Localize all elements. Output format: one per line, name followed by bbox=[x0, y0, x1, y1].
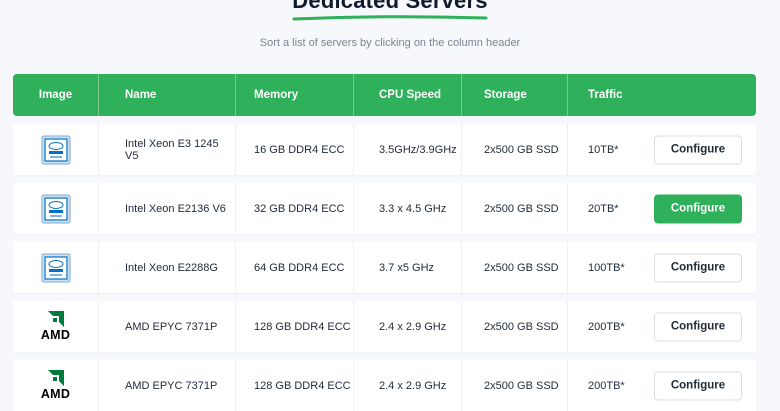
server-traffic: 200TB* bbox=[588, 379, 625, 392]
server-storage: 2x500 GB SSD bbox=[461, 124, 567, 175]
configure-button[interactable]: Configure bbox=[654, 312, 742, 341]
server-traffic: 20TB* bbox=[588, 202, 619, 215]
table-row: Intel Xeon E2288G 64 GB DDR4 ECC 3.7 x5 … bbox=[13, 242, 756, 293]
server-traffic-cell: 200TB* Configure bbox=[567, 360, 756, 411]
column-header-storage[interactable]: Storage bbox=[461, 74, 567, 116]
amd-logo-text: AMD bbox=[40, 386, 71, 401]
server-image: AMD bbox=[13, 301, 98, 352]
server-storage: 2x500 GB SSD bbox=[461, 301, 567, 352]
intel-xeon-icon bbox=[41, 135, 70, 164]
server-memory: 64 GB DDR4 ECC bbox=[235, 242, 353, 293]
configure-button[interactable]: Configure bbox=[654, 135, 742, 164]
title-underline-icon bbox=[292, 15, 488, 21]
page-subtitle: Sort a list of servers by clicking on th… bbox=[259, 37, 521, 49]
column-header-image[interactable]: Image bbox=[13, 74, 98, 116]
table-row: Intel Xeon E2136 V6 32 GB DDR4 ECC 3.3 x… bbox=[13, 183, 756, 234]
server-cpu-speed: 3.7 x5 GHz bbox=[353, 242, 461, 293]
server-storage: 2x500 GB SSD bbox=[461, 242, 567, 293]
server-name: Intel Xeon E2136 V6 bbox=[98, 183, 235, 234]
server-traffic-cell: 10TB* Configure bbox=[567, 124, 756, 175]
amd-logo-icon: AMD bbox=[38, 310, 74, 344]
amd-arrow-icon bbox=[47, 369, 64, 386]
amd-logo-text: AMD bbox=[40, 327, 71, 342]
table-row: Intel Xeon E3 1245 V5 16 GB DDR4 ECC 3.5… bbox=[13, 124, 756, 175]
table-row: AMD AMD EPYC 7371P 128 GB DDR4 ECC 2.4 x… bbox=[13, 360, 756, 411]
server-memory: 32 GB DDR4 ECC bbox=[235, 183, 353, 234]
server-traffic: 200TB* bbox=[588, 320, 625, 333]
server-cpu-speed: 2.4 x 2.9 GHz bbox=[353, 301, 461, 352]
server-cpu-speed: 3.3 x 4.5 GHz bbox=[353, 183, 461, 234]
table-header: Image Name Memory CPU Speed Storage Traf… bbox=[13, 74, 756, 116]
column-header-traffic[interactable]: Traffic bbox=[567, 74, 756, 116]
server-name: AMD EPYC 7371P bbox=[98, 360, 235, 411]
server-traffic: 10TB* bbox=[588, 143, 619, 156]
configure-button[interactable]: Configure bbox=[654, 253, 742, 282]
server-image bbox=[13, 124, 98, 175]
servers-table: Image Name Memory CPU Speed Storage Traf… bbox=[13, 74, 756, 411]
server-traffic-cell: 200TB* Configure bbox=[567, 301, 756, 352]
server-image: AMD bbox=[13, 360, 98, 411]
column-header-memory[interactable]: Memory bbox=[235, 74, 353, 116]
server-storage: 2x500 GB SSD bbox=[461, 360, 567, 411]
server-memory: 16 GB DDR4 ECC bbox=[235, 124, 353, 175]
server-memory: 128 GB DDR4 ECC bbox=[235, 301, 353, 352]
server-image bbox=[13, 242, 98, 293]
column-header-name[interactable]: Name bbox=[98, 74, 235, 116]
server-name: Intel Xeon E3 1245 V5 bbox=[98, 124, 235, 175]
column-header-cpu-speed[interactable]: CPU Speed bbox=[353, 74, 461, 116]
server-memory: 128 GB DDR4 ECC bbox=[235, 360, 353, 411]
configure-button[interactable]: Configure bbox=[654, 194, 742, 223]
page-title-text: Dedicated Servers bbox=[292, 0, 488, 13]
amd-logo-icon: AMD bbox=[38, 369, 74, 403]
server-storage: 2x500 GB SSD bbox=[461, 183, 567, 234]
page-title: Dedicated Servers bbox=[0, 0, 780, 21]
configure-button[interactable]: Configure bbox=[654, 371, 742, 400]
server-name: AMD EPYC 7371P bbox=[98, 301, 235, 352]
server-cpu-speed: 2.4 x 2.9 GHz bbox=[353, 360, 461, 411]
server-traffic-cell: 20TB* Configure bbox=[567, 183, 756, 234]
amd-arrow-icon bbox=[47, 310, 64, 327]
server-name: Intel Xeon E2288G bbox=[98, 242, 235, 293]
table-row: AMD AMD EPYC 7371P 128 GB DDR4 ECC 2.4 x… bbox=[13, 301, 756, 352]
intel-xeon-icon bbox=[41, 194, 70, 223]
intel-xeon-icon bbox=[41, 253, 70, 282]
server-image bbox=[13, 183, 98, 234]
server-cpu-speed: 3.5GHz/3.9GHz bbox=[353, 124, 461, 175]
server-traffic-cell: 100TB* Configure bbox=[567, 242, 756, 293]
server-traffic: 100TB* bbox=[588, 261, 625, 274]
